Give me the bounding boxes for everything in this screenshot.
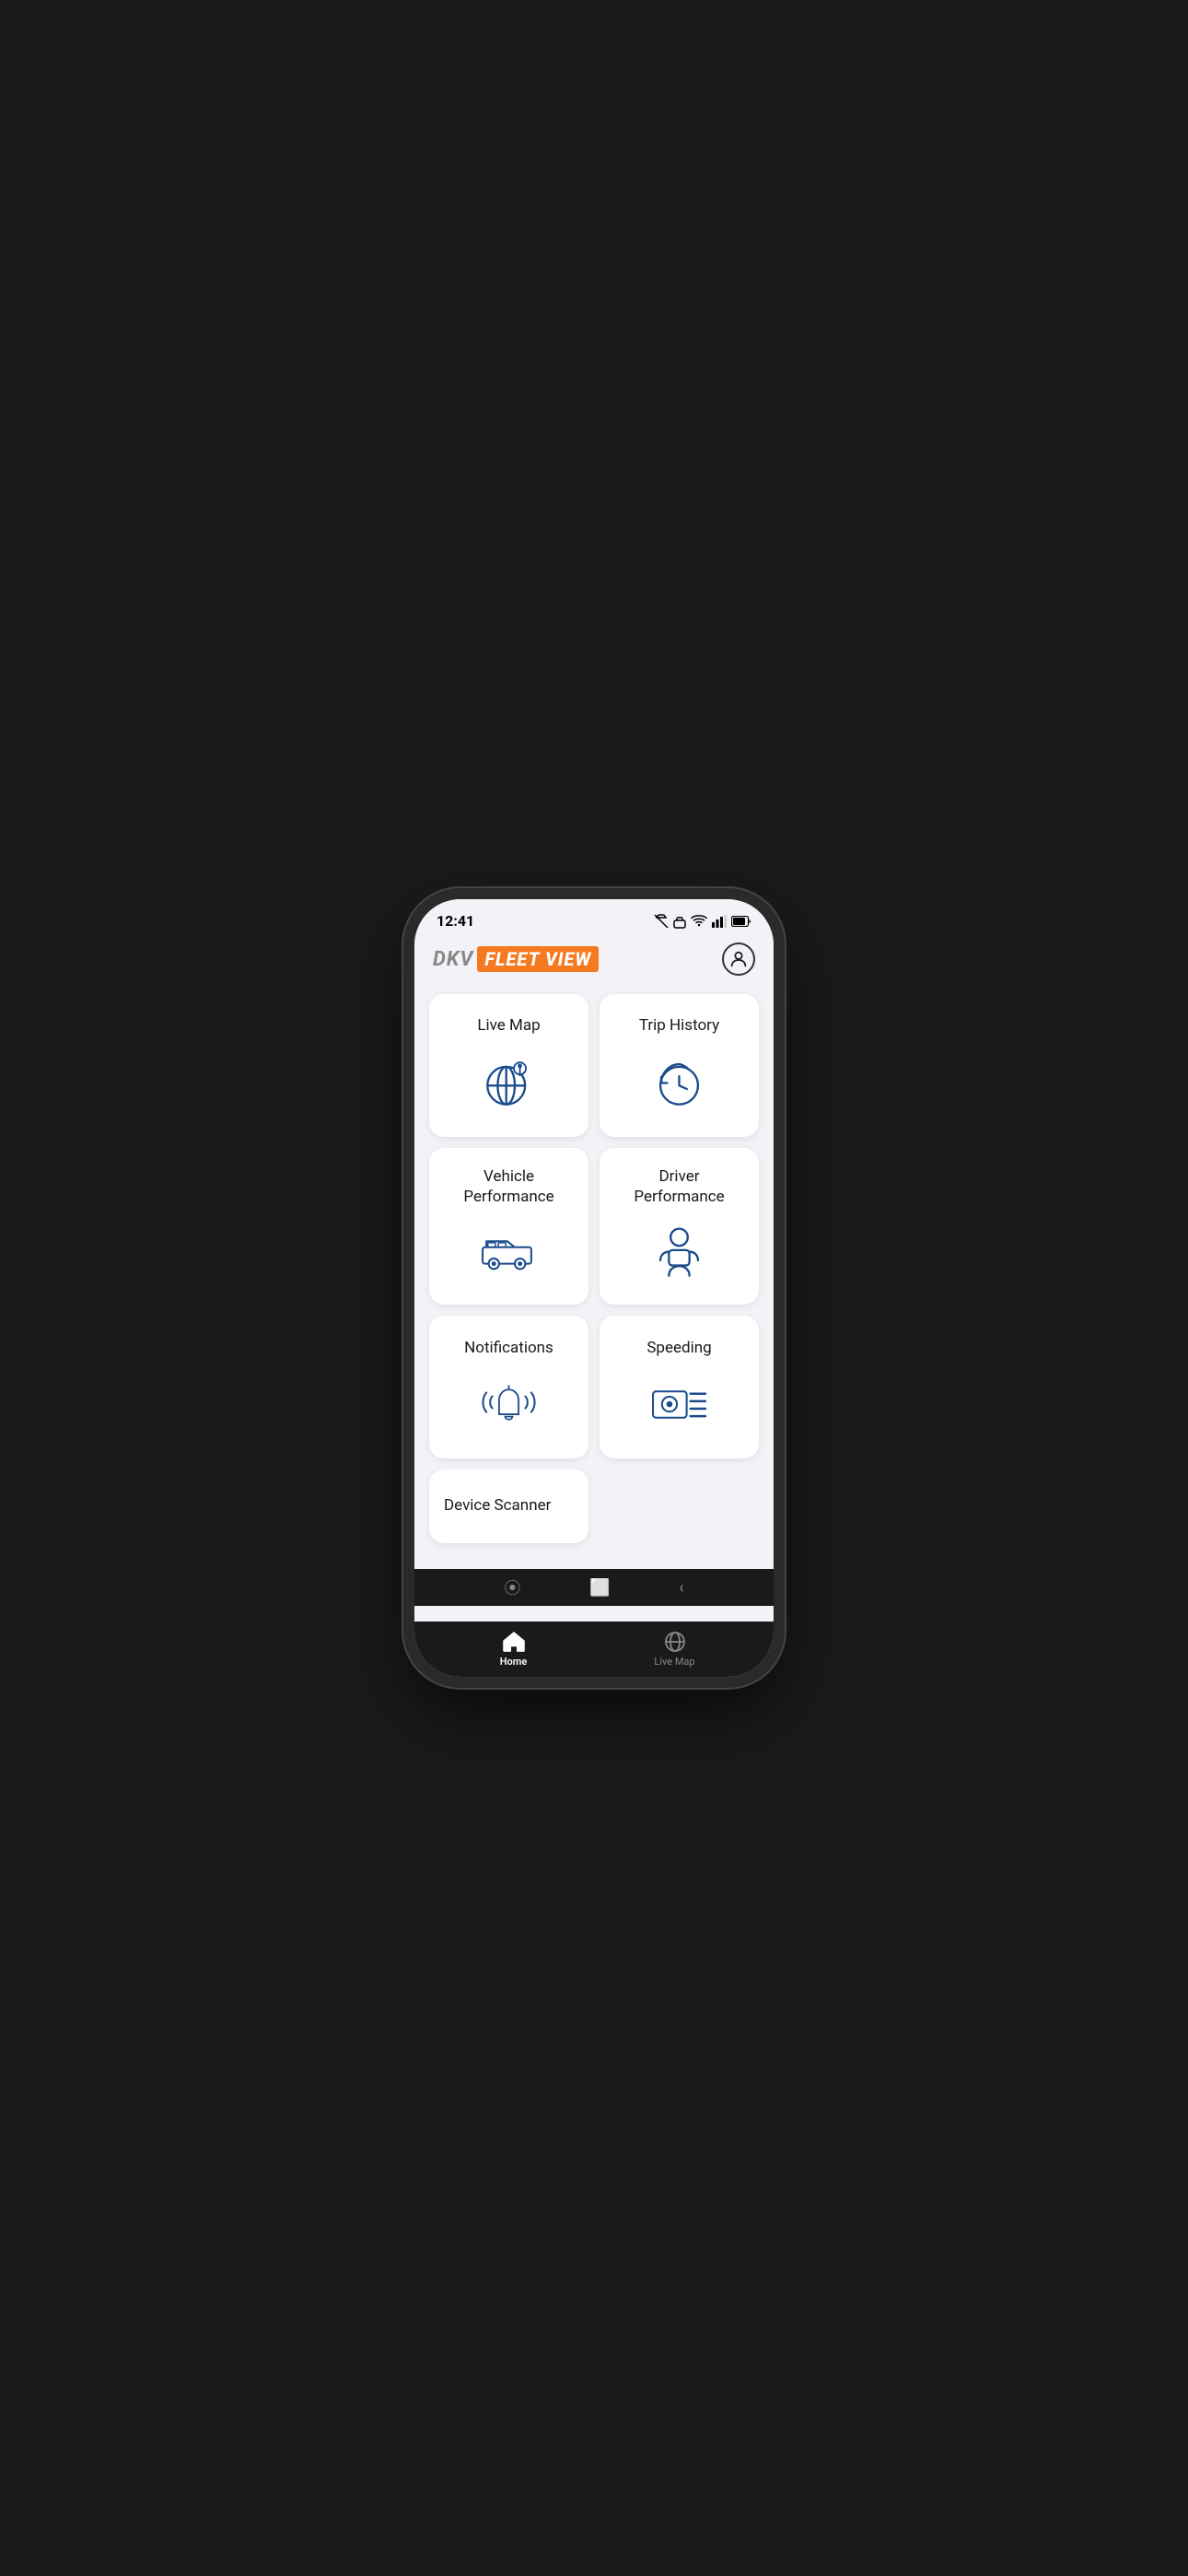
- android-nav: ⦿ ⬜ ‹: [414, 1569, 774, 1606]
- device-scanner-card[interactable]: Device Scanner: [429, 1469, 588, 1543]
- vehicle-performance-card[interactable]: Vehicle Performance: [429, 1148, 588, 1305]
- notifications-icon: [477, 1373, 542, 1437]
- trip-history-card[interactable]: Trip History: [600, 994, 759, 1137]
- logo-container: DKV FLEET VIEW: [433, 946, 599, 972]
- wifi-icon: [691, 915, 707, 928]
- app-header: DKV FLEET VIEW: [414, 935, 774, 987]
- driver-performance-icon: [647, 1222, 712, 1286]
- live-map-nav-icon: [664, 1631, 686, 1653]
- bottom-nav: Home Live Map: [414, 1622, 774, 1677]
- main-scroll-area[interactable]: Live Map: [414, 987, 774, 1569]
- nav-home[interactable]: Home: [433, 1631, 594, 1668]
- bottom-row-grid: Device Scanner: [429, 1469, 759, 1543]
- lock-icon: [673, 914, 686, 929]
- device-scanner-label: Device Scanner: [444, 1495, 551, 1516]
- live-map-nav-label: Live Map: [654, 1656, 694, 1668]
- driver-performance-label: Driver Performance: [634, 1166, 724, 1207]
- home-button[interactable]: ⬜: [589, 1578, 610, 1598]
- speeding-label: Speeding: [646, 1338, 711, 1358]
- notifications-card[interactable]: Notifications: [429, 1316, 588, 1458]
- menu-grid: Live Map: [429, 994, 759, 1458]
- live-map-icon: [477, 1051, 542, 1116]
- main-content: Live Map: [414, 987, 774, 1558]
- back-button[interactable]: ‹: [679, 1578, 683, 1598]
- nav-live-map[interactable]: Live Map: [594, 1631, 755, 1668]
- status-bar: 12:41: [414, 899, 774, 935]
- menu-button[interactable]: ⦿: [504, 1575, 520, 1599]
- device-scanner-row: Device Scanner: [429, 1469, 759, 1543]
- status-time: 12:41: [437, 912, 474, 930]
- logo-dkv: DKV: [433, 948, 473, 971]
- home-icon: [503, 1631, 525, 1653]
- home-nav-label: Home: [500, 1656, 528, 1668]
- trip-history-label: Trip History: [639, 1015, 719, 1036]
- speeding-icon: [647, 1373, 712, 1437]
- live-map-label: Live Map: [477, 1015, 540, 1036]
- vehicle-performance-label: Vehicle Performance: [463, 1166, 553, 1207]
- driver-performance-card[interactable]: Driver Performance: [600, 1148, 759, 1305]
- notifications-label: Notifications: [464, 1338, 553, 1358]
- mute-icon: [654, 914, 669, 929]
- speeding-card[interactable]: Speeding: [600, 1316, 759, 1458]
- battery-icon: [731, 916, 751, 927]
- user-icon: [728, 949, 749, 969]
- signal-icon: [712, 915, 727, 928]
- user-account-button[interactable]: [722, 943, 755, 976]
- phone-frame: 12:41: [414, 899, 774, 1677]
- live-map-card[interactable]: Live Map: [429, 994, 588, 1137]
- vehicle-performance-icon: [477, 1222, 542, 1286]
- status-icons: [654, 914, 751, 929]
- trip-history-icon: [647, 1051, 712, 1116]
- logo-fleet-view: FLEET VIEW: [477, 946, 599, 972]
